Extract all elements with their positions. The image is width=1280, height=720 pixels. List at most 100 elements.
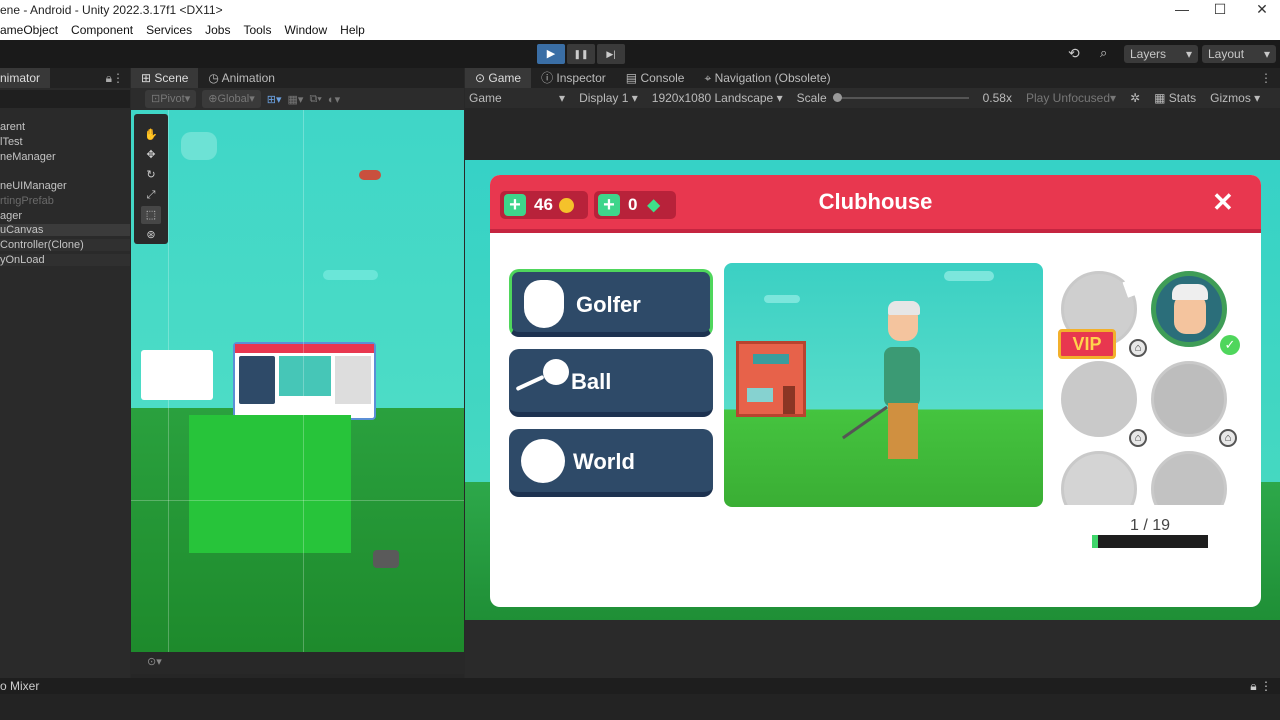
house-sprite	[736, 341, 806, 417]
menu-gameobject[interactable]: ameObject	[0, 23, 58, 37]
resolution-dropdown[interactable]: 1920x1080 Landscape ▾	[652, 91, 783, 105]
pivot-dropdown[interactable]: ⊡Pivot▾	[145, 90, 197, 108]
hierarchy-item[interactable]: arent	[0, 121, 25, 133]
grid-icon[interactable]: ▦▾	[288, 93, 304, 106]
hierarchy-item[interactable]: ager	[0, 210, 22, 222]
hierarchy-search[interactable]	[0, 90, 130, 108]
lock-icon: ⌂	[1219, 429, 1237, 447]
menu-help[interactable]: Help	[340, 23, 365, 37]
scale-slider-handle[interactable]	[832, 93, 842, 102]
world-tab-button[interactable]: World	[509, 429, 713, 497]
layers-dropdown[interactable]: Layers ▾	[1124, 45, 1198, 63]
increment-icon[interactable]: ⧉▾	[309, 93, 321, 106]
hand-tool-icon[interactable]: ✋	[141, 126, 161, 144]
pivot-label: Pivot	[160, 93, 185, 105]
avatar-grid: ✓ VIP ⌂ ⌂ ⌂	[1055, 265, 1245, 505]
tab-console[interactable]: ▤ Console	[616, 68, 695, 88]
snap-icon[interactable]: ⊞▾	[267, 93, 282, 106]
close-window-button[interactable]: ✕	[1240, 0, 1280, 20]
menu-window[interactable]: Window	[284, 23, 327, 37]
render-mode-icon[interactable]: ◐▾	[328, 93, 340, 106]
close-dialog-button[interactable]: ✕	[1212, 187, 1234, 218]
search-icon[interactable]: ⌕	[1100, 45, 1107, 61]
step-button[interactable]: ▶|	[597, 44, 625, 64]
avatar-option[interactable]	[1151, 451, 1227, 505]
resolution-label: 1920x1080 Landscape	[651, 91, 774, 105]
scale-value: 0.58x	[982, 91, 1012, 105]
gizmos-dropdown[interactable]: Gizmos ▾	[1210, 91, 1260, 105]
gizmos-label: Gizmos	[1210, 91, 1251, 105]
global-label: Global	[217, 93, 250, 105]
world-tab-label: World	[573, 449, 635, 474]
avatar-option[interactable]	[1061, 361, 1137, 437]
hierarchy-panel: nimator 🔒︎⋮ arent lTest neManager neUIMa…	[0, 68, 130, 678]
display-dropdown[interactable]: Display 1 ▾	[579, 91, 638, 105]
history-icon[interactable]: ⟲	[1068, 45, 1080, 62]
stats-icon[interactable]: ▦ Stats	[1154, 91, 1196, 105]
avatar-option[interactable]	[1061, 451, 1137, 505]
panel-menu-icon[interactable]: ⋮	[1260, 71, 1272, 85]
rotate-tool-icon[interactable]: ↻	[141, 166, 161, 184]
selection-rect	[189, 415, 351, 553]
hierarchy-item[interactable]: Controller(Clone)	[0, 239, 130, 251]
main-toolbar	[0, 40, 1280, 68]
menu-component[interactable]: Component	[71, 23, 133, 37]
move-tool-icon[interactable]: ✥	[141, 146, 161, 164]
scale-tool-icon[interactable]: ⤢	[141, 186, 161, 204]
lock-icon[interactable]: 🔒︎⋮	[106, 71, 124, 86]
bottom-panel: o Mixer 🔒︎ ⋮	[0, 678, 1280, 720]
cloud-shape	[944, 271, 994, 281]
hierarchy-item[interactable]: yOnLoad	[0, 254, 130, 266]
global-dropdown[interactable]: ⊕Global▾	[202, 90, 261, 108]
avatar-option-selected[interactable]	[1151, 271, 1227, 347]
collection-progress-bar	[1092, 535, 1208, 548]
hierarchy-item[interactable]: neUIManager	[0, 180, 67, 192]
maximize-button[interactable]: ☐	[1198, 0, 1242, 20]
tab-game[interactable]: ⊙ Game	[465, 68, 532, 88]
clubhouse-canvas-preview[interactable]	[233, 342, 376, 420]
tab-animator[interactable]: nimator	[0, 68, 51, 88]
tab-scene[interactable]: ⊞ Scene	[131, 68, 199, 88]
hierarchy-item[interactable]: neManager	[0, 151, 56, 163]
play-mode-dropdown[interactable]: Play Unfocused▾	[1026, 91, 1116, 105]
play-button[interactable]: ▶	[537, 44, 565, 64]
ball-tab-button[interactable]: Ball	[509, 349, 713, 417]
hierarchy-tabbar: nimator 🔒︎⋮	[0, 68, 130, 88]
layout-label: Layout	[1208, 47, 1245, 61]
scene-tabbar: ⊞ Scene ◷ Animation	[131, 68, 464, 88]
layout-dropdown[interactable]: Layout ▾	[1202, 45, 1276, 63]
menu-tools[interactable]: Tools	[243, 23, 271, 37]
scale-slider[interactable]	[832, 93, 969, 102]
menu-jobs[interactable]: Jobs	[205, 23, 230, 37]
golfer-icon	[524, 280, 564, 328]
game-tabbar: ⊙ Game ⓘ Inspector ▤ Console ⌖ Navigatio…	[465, 68, 1280, 88]
overlay-menu-icon[interactable]: ⊙▾	[147, 655, 162, 668]
avatar-option[interactable]	[1151, 361, 1227, 437]
menu-services[interactable]: Services	[146, 23, 192, 37]
tab-navigation[interactable]: ⌖ Navigation (Obsolete)	[694, 68, 840, 88]
golfer-legs	[888, 403, 918, 459]
lock-icon: ⌂	[1129, 339, 1147, 357]
rect-tool-icon[interactable]: ⬚	[141, 206, 161, 224]
audio-mixer-tab[interactable]: o Mixer 🔒︎ ⋮	[0, 678, 1280, 694]
ball-icon	[543, 359, 569, 385]
panel-menu-icon[interactable]: 🔒︎ ⋮	[1250, 679, 1272, 694]
scene-view[interactable]	[131, 110, 464, 652]
hierarchy-item-selected[interactable]: uCanvas	[0, 224, 130, 236]
transform-tool-icon[interactable]: ⊛	[141, 226, 161, 244]
tab-inspector[interactable]: ⓘ Inspector	[531, 68, 616, 88]
pause-button[interactable]: ❚❚	[567, 44, 595, 64]
tab-console-label: Console	[640, 71, 685, 85]
page-counter: 1 / 19	[1130, 517, 1171, 534]
tab-animation[interactable]: ◷ Animation	[198, 68, 285, 88]
bonus-popup-preview	[141, 350, 213, 400]
scene-footer: ⊙▾	[131, 652, 464, 674]
scene-toolbar: ⊡Pivot▾ ⊕Global▾ ⊞▾ ▦▾ ⧉▾ ◐▾	[131, 88, 464, 110]
golfer-body	[884, 347, 920, 407]
game-view-dropdown[interactable]: Game ▾	[469, 91, 565, 105]
hierarchy-item[interactable]: rtingPrefab	[0, 195, 54, 207]
play-mode-label: Play Unfocused	[1025, 91, 1111, 105]
mute-icon[interactable]: ✲	[1130, 91, 1140, 105]
hierarchy-item[interactable]: lTest	[0, 136, 23, 148]
golfer-tab-button[interactable]: Golfer	[509, 269, 713, 337]
